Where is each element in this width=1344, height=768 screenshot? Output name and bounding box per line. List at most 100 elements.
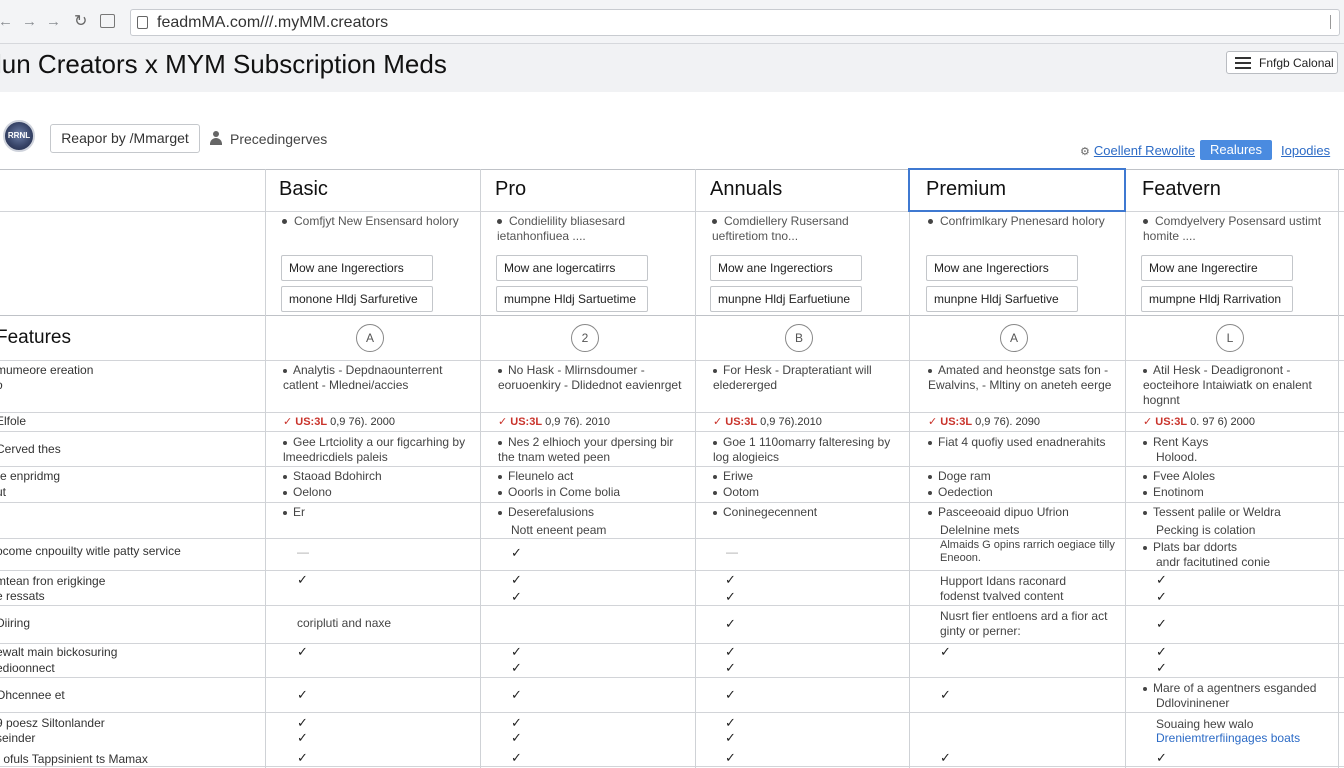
- cell-featvern-r1: Atil Hesk - Deadigronont - eocteihore In…: [1143, 363, 1312, 407]
- cell-annuals-price: ✓ US:3L 0,9 76).2010: [713, 416, 822, 428]
- features-heading: Features: [0, 327, 71, 348]
- plan-desc-annuals: Comdiellery Rusersand ueftiretiom tno...: [712, 214, 849, 243]
- plan-badge-pro: 2: [571, 324, 599, 352]
- plan-badge-premium: A: [1000, 324, 1028, 352]
- cell-basic-r7: —: [297, 545, 309, 559]
- cell-annuals-r6: Coninegecennent: [713, 505, 908, 520]
- export-button-label: Fnfgb Calonal: [1259, 56, 1334, 70]
- cell-premium-r6b: Delelnine mets: [940, 523, 1020, 537]
- row-label: edioonnect: [0, 661, 55, 675]
- row-label: Elfole: [0, 414, 27, 428]
- check-icon: ✓: [725, 750, 736, 765]
- row-label: Diiring: [0, 616, 31, 630]
- check-icon: ✓: [1156, 660, 1167, 675]
- reload-icon[interactable]: ↻: [74, 13, 87, 31]
- cell-premium-r5: Oedection: [928, 485, 1123, 500]
- row-label: o: [0, 378, 3, 392]
- check-icon: ✓: [940, 750, 951, 765]
- cell-pro-r5: Ooorls in Come bolia: [498, 485, 693, 500]
- back-icon[interactable]: ←: [0, 13, 13, 31]
- rewrite-link[interactable]: ⚙ Coellenf Rewolite: [1080, 143, 1195, 158]
- cell-pro-r4: Fleunelo act: [498, 469, 693, 484]
- cell-featvern-r3: Rent Kays: [1143, 435, 1338, 450]
- cell-pro-r6: Deserefalusions: [498, 505, 693, 520]
- person-icon: [210, 131, 222, 146]
- cell-annuals-r1: For Hesk - Drapteratiant will eledererge…: [713, 363, 872, 392]
- plan-name-basic: Basic: [279, 178, 328, 200]
- check-icon: ✓: [940, 644, 951, 659]
- check-icon: ✓: [725, 715, 736, 730]
- plan-name-premium[interactable]: Premium: [926, 178, 1006, 201]
- address-bar-end: [1330, 15, 1336, 29]
- page-title: lun Creators x MYM Subscription Meds: [0, 49, 447, 79]
- cell-pro-price: ✓ US:3L 0,9 76). 2010: [498, 416, 610, 428]
- row-label: mtean fron erigkinge: [0, 574, 106, 588]
- check-icon: ✓: [511, 687, 522, 702]
- plan-button-premium-1[interactable]: Mow ane Ingerectiors: [926, 255, 1078, 281]
- plan-button-pro-2[interactable]: mumpne Hldj Sartuetime: [496, 286, 648, 312]
- check-icon: ✓: [725, 589, 736, 604]
- check-icon: ✓: [297, 644, 308, 659]
- forward-icon[interactable]: →: [22, 13, 37, 31]
- cell-featvern-r7b: andr facitutined conie: [1156, 555, 1271, 569]
- plan-desc-featvern: Comdyelvery Posensard ustimt homite ....: [1143, 214, 1322, 243]
- plan-badge-annuals: B: [785, 324, 813, 352]
- cell-premium-r7: Almaids G opins rarrich oegiace tilly En…: [940, 539, 1115, 564]
- cell-featvern-r12: Mare of a agentners esganded: [1143, 681, 1338, 696]
- plan-button-basic-2[interactable]: monone Hldj Sarfuretive: [281, 286, 433, 312]
- check-icon: ✓: [297, 687, 308, 702]
- cell-annuals-r3: Goe 1 110omarry falteresing by log alogi…: [713, 435, 891, 464]
- cell-featvern-link[interactable]: Dreniemtrerfiingages boats: [1156, 731, 1344, 746]
- export-button[interactable]: Fnfgb Calonal: [1226, 51, 1338, 74]
- cell-premium-r9: Nusrt fier entloens ard a fior act ginty…: [940, 609, 1108, 638]
- avatar[interactable]: RRNL: [3, 120, 35, 152]
- check-icon: ✓: [297, 750, 308, 765]
- check-icon: ✓: [725, 572, 736, 587]
- features-tab[interactable]: Realures: [1200, 140, 1272, 160]
- check-icon: ✓: [511, 660, 522, 675]
- preceding-label[interactable]: Precedingerves: [230, 131, 327, 147]
- plan-name-pro: Pro: [495, 178, 527, 200]
- gear-icon: ⚙: [1080, 146, 1090, 158]
- cell-premium-r8: Hupport Idans raconard: [940, 574, 1067, 588]
- cell-featvern-r7: Plats bar ddorts: [1143, 540, 1338, 555]
- forward-alt-icon[interactable]: →: [46, 13, 61, 31]
- cell-annuals-r5: Ootom: [713, 485, 908, 500]
- check-icon: ✓: [1156, 644, 1167, 659]
- cell-pro-r6b: Nott eneent peam: [511, 523, 607, 537]
- plan-desc-pro: Condielility bliasesard ietanhonfiuea ..…: [497, 214, 626, 243]
- check-icon: ✓: [511, 545, 522, 560]
- plan-badge-basic: A: [356, 324, 384, 352]
- check-icon: ✓: [511, 572, 522, 587]
- page-icon: [137, 16, 148, 29]
- cell-featvern-price: ✓ US:3L 0. 97 6) 2000: [1143, 416, 1255, 428]
- address-bar[interactable]: feadmMA.com///.myMM.creators: [130, 9, 1340, 36]
- cell-premium-r4: Doge ram: [928, 469, 1123, 484]
- cell-pro-r1: No Hask - Mlirnsdoumer - eoruoenkiry - D…: [498, 363, 682, 392]
- check-icon: ✓: [297, 730, 308, 745]
- check-icon: ✓: [940, 687, 951, 702]
- rewrite-link-label: Coellenf Rewolite: [1093, 143, 1196, 158]
- plan-button-basic-1[interactable]: Mow ane Ingerectiors: [281, 255, 433, 281]
- plan-button-premium-2[interactable]: munpne Hldj Sarfuetive: [926, 286, 1078, 312]
- row-label: mumeore ereation: [0, 363, 94, 377]
- cell-pro-r3: Nes 2 elhioch your dpersing bir the tnam…: [498, 435, 674, 464]
- topics-link[interactable]: Iopodies: [1281, 143, 1330, 158]
- check-icon: ✓: [1156, 572, 1167, 587]
- cell-premium-r6: Pasceeoaid dipuo Ufrion: [928, 505, 1123, 520]
- plan-button-annuals-2[interactable]: munpne Hldj Earfuetiune: [710, 286, 862, 312]
- cell-annuals-r7: —: [726, 545, 738, 559]
- url-text[interactable]: feadmMA.com///.myMM.creators: [157, 14, 388, 32]
- row-label: ocome cnpouilty witle patty service: [0, 544, 181, 558]
- cell-premium-r3: Fiat 4 quofiy used enadnerahits: [928, 435, 1123, 450]
- tab-icon[interactable]: [100, 14, 115, 28]
- plan-button-annuals-1[interactable]: Mow ane Ingerectiors: [710, 255, 862, 281]
- plan-button-featvern-2[interactable]: mumpne Hldj Rarrivation: [1141, 286, 1293, 312]
- cell-basic-r9: coripluti and naxe: [297, 616, 392, 630]
- check-icon: ✓: [725, 730, 736, 745]
- check-icon: ✓: [511, 750, 522, 765]
- plan-button-featvern-1[interactable]: Mow ane Ingerectire: [1141, 255, 1293, 281]
- check-icon: ✓: [511, 644, 522, 659]
- report-button[interactable]: Reapor by /Mmarget: [50, 124, 200, 153]
- plan-button-pro-1[interactable]: Mow ane logercatirrs: [496, 255, 648, 281]
